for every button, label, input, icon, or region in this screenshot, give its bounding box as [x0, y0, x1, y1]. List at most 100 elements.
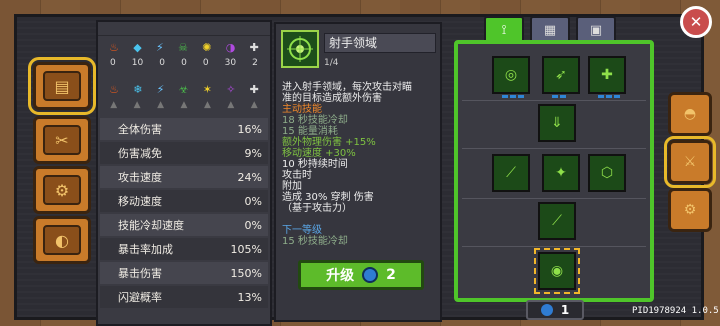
- helmet-icon: ◐: [43, 225, 81, 255]
- stat-row: 暴击率加成 105%: [100, 238, 268, 260]
- effect-marker: ▲: [203, 100, 211, 110]
- light-icon: ✺: [202, 40, 212, 54]
- stat-label: 技能冷却速度: [118, 219, 184, 232]
- skill-points-counter: 1: [526, 300, 584, 320]
- element-values-row: 0 10 0 0 0 30 2: [98, 58, 270, 72]
- bleed-icon: ✚: [249, 82, 259, 96]
- crossed-swords-icon: ⚔: [683, 154, 697, 170]
- description-line: 18 秒技能冷却: [282, 115, 348, 126]
- stat-label: 全体伤害: [118, 123, 162, 136]
- side-tab-settings[interactable]: ⚙: [668, 188, 712, 232]
- description-line: 15 秒技能冷却: [282, 236, 348, 247]
- stat-row: 攻击速度 24%: [100, 166, 268, 188]
- skill-node-piercing[interactable]: ⟋: [538, 202, 576, 240]
- plus-icon: ✚: [601, 67, 613, 83]
- element-value: 30: [224, 58, 237, 68]
- skill-point-icon: [540, 304, 553, 316]
- element-value: 0: [181, 58, 187, 68]
- tree-divider: [462, 100, 646, 101]
- description-line: 主动技能: [282, 104, 322, 115]
- skill-points-value: 1: [560, 303, 570, 317]
- stat-label: 暴击率加成: [118, 243, 173, 256]
- tab-gear[interactable]: ⚙: [33, 166, 91, 214]
- stat-row: 移动速度 0%: [100, 190, 268, 212]
- burst-icon: ✦: [555, 165, 567, 181]
- archer-domain-skill-icon: [281, 30, 319, 68]
- stat-row: 技能冷却速度 0%: [100, 214, 268, 236]
- skill-node-burst[interactable]: ✦: [542, 154, 580, 192]
- slash-icon: ⟋: [506, 165, 516, 181]
- skill-node-target[interactable]: ◎: [492, 56, 530, 98]
- effect-marker: ▲: [227, 100, 235, 110]
- poison-icon: ☠: [178, 40, 188, 54]
- skill-description: 进入射手领域，每次攻击对瞄 准的目标造成额外伤害 主动技能 18 秒技能冷却 15 能量…: [282, 82, 440, 247]
- skill-tree-panel: ◎ ➶ ✚ ⇓ ⟋ ✦ ⬡ ⟋ ◉: [454, 40, 654, 302]
- skill-node-dash[interactable]: ➶: [542, 56, 580, 98]
- close-button[interactable]: ✕: [680, 6, 712, 38]
- side-tab-helmet[interactable]: ◓: [668, 92, 712, 136]
- items-icon: ✂: [43, 125, 81, 155]
- stat-value: 0%: [244, 218, 262, 232]
- fire-icon: ♨: [109, 40, 120, 54]
- description-line: 额外物理伤害 +15%: [282, 137, 376, 148]
- tab-three-icon: ▣: [589, 22, 603, 38]
- description-line: 附加: [282, 181, 302, 192]
- skill-node-slash[interactable]: ⟋: [492, 154, 530, 192]
- skill-node-shield[interactable]: ⬡: [588, 154, 626, 192]
- curse-icon: ✧: [226, 82, 236, 96]
- tab-skill-book[interactable]: ▤: [28, 57, 96, 115]
- build-id: PID1978924 1.0.5: [632, 306, 719, 316]
- stat-value: 0%: [244, 194, 262, 208]
- book-icon: ▤: [43, 71, 81, 101]
- poison-effect-icon: ☣: [178, 82, 189, 96]
- tree-divider: [462, 148, 646, 149]
- stat-value: 105%: [230, 242, 262, 256]
- skill-node-arrow-rain[interactable]: ⇓: [538, 104, 576, 142]
- stat-label: 伤害减免: [118, 147, 162, 160]
- stat-value: 150%: [230, 266, 262, 280]
- side-tab-skills[interactable]: ⚔: [664, 136, 716, 188]
- description-line: 15 能量消耗: [282, 126, 338, 137]
- stat-value: 13%: [237, 290, 262, 304]
- upgrade-label: 升级: [326, 268, 355, 284]
- skill-detail-panel: 射手领域 1/4 进入射手领域，每次攻击对瞄 准的目标造成额外伤害 主动技能 18 秒…: [274, 22, 442, 322]
- target-icon: ◎: [504, 67, 518, 83]
- stat-value: 9%: [244, 146, 262, 160]
- tab-helmet[interactable]: ◐: [33, 216, 91, 264]
- stat-label: 移动速度: [118, 195, 162, 208]
- stun-icon: ✶: [202, 82, 212, 96]
- stat-value: 24%: [237, 170, 262, 184]
- stat-label: 闪避概率: [118, 291, 162, 304]
- element-icons-row: ♨ ◆ ⚡ ☠ ✺ ◑ ✚: [98, 36, 270, 58]
- dash-icon: ➶: [555, 67, 567, 83]
- effect-marker: ▲: [157, 100, 165, 110]
- effect-marker: ▲: [180, 100, 188, 110]
- element-value: 0: [110, 58, 116, 68]
- description-line: 进入射手领域，每次攻击对瞄: [282, 82, 412, 93]
- arrow-down-icon: ⇓: [551, 115, 563, 131]
- effect-values-row: ▲ ▲ ▲ ▲ ▲ ▲ ▲: [98, 100, 270, 114]
- description-line: 下一等级: [282, 225, 322, 236]
- element-value: 10: [131, 58, 144, 68]
- skill-node-archer-domain[interactable]: ◉: [534, 248, 580, 294]
- tab-two-icon: ▦: [543, 22, 557, 38]
- shock-icon: ⚡: [156, 82, 165, 96]
- stat-row: 闪避概率 13%: [100, 286, 268, 308]
- lightning-icon: ⚡: [156, 40, 164, 54]
- gear-icon: ⚙: [683, 202, 697, 218]
- skill-node-heal[interactable]: ✚: [588, 56, 626, 98]
- ice-icon: ◆: [133, 40, 142, 54]
- upgrade-button[interactable]: 升级 2: [298, 260, 424, 290]
- stat-label: 暴击伤害: [118, 267, 162, 280]
- effect-marker: ▲: [250, 100, 258, 110]
- skill-name: 射手领域: [324, 33, 436, 53]
- bow-icon: ⟟: [501, 22, 507, 38]
- element-value: 2: [252, 58, 258, 68]
- description-line: 造成 30% 穿刺 伤害: [282, 192, 374, 203]
- effect-marker: ▲: [110, 100, 118, 110]
- tree-divider: [462, 246, 646, 247]
- dark-icon: ◑: [225, 40, 236, 54]
- stat-row: 全体伤害 16%: [100, 118, 268, 140]
- tab-items[interactable]: ✂: [33, 116, 91, 164]
- description-line: 攻击时: [282, 170, 312, 181]
